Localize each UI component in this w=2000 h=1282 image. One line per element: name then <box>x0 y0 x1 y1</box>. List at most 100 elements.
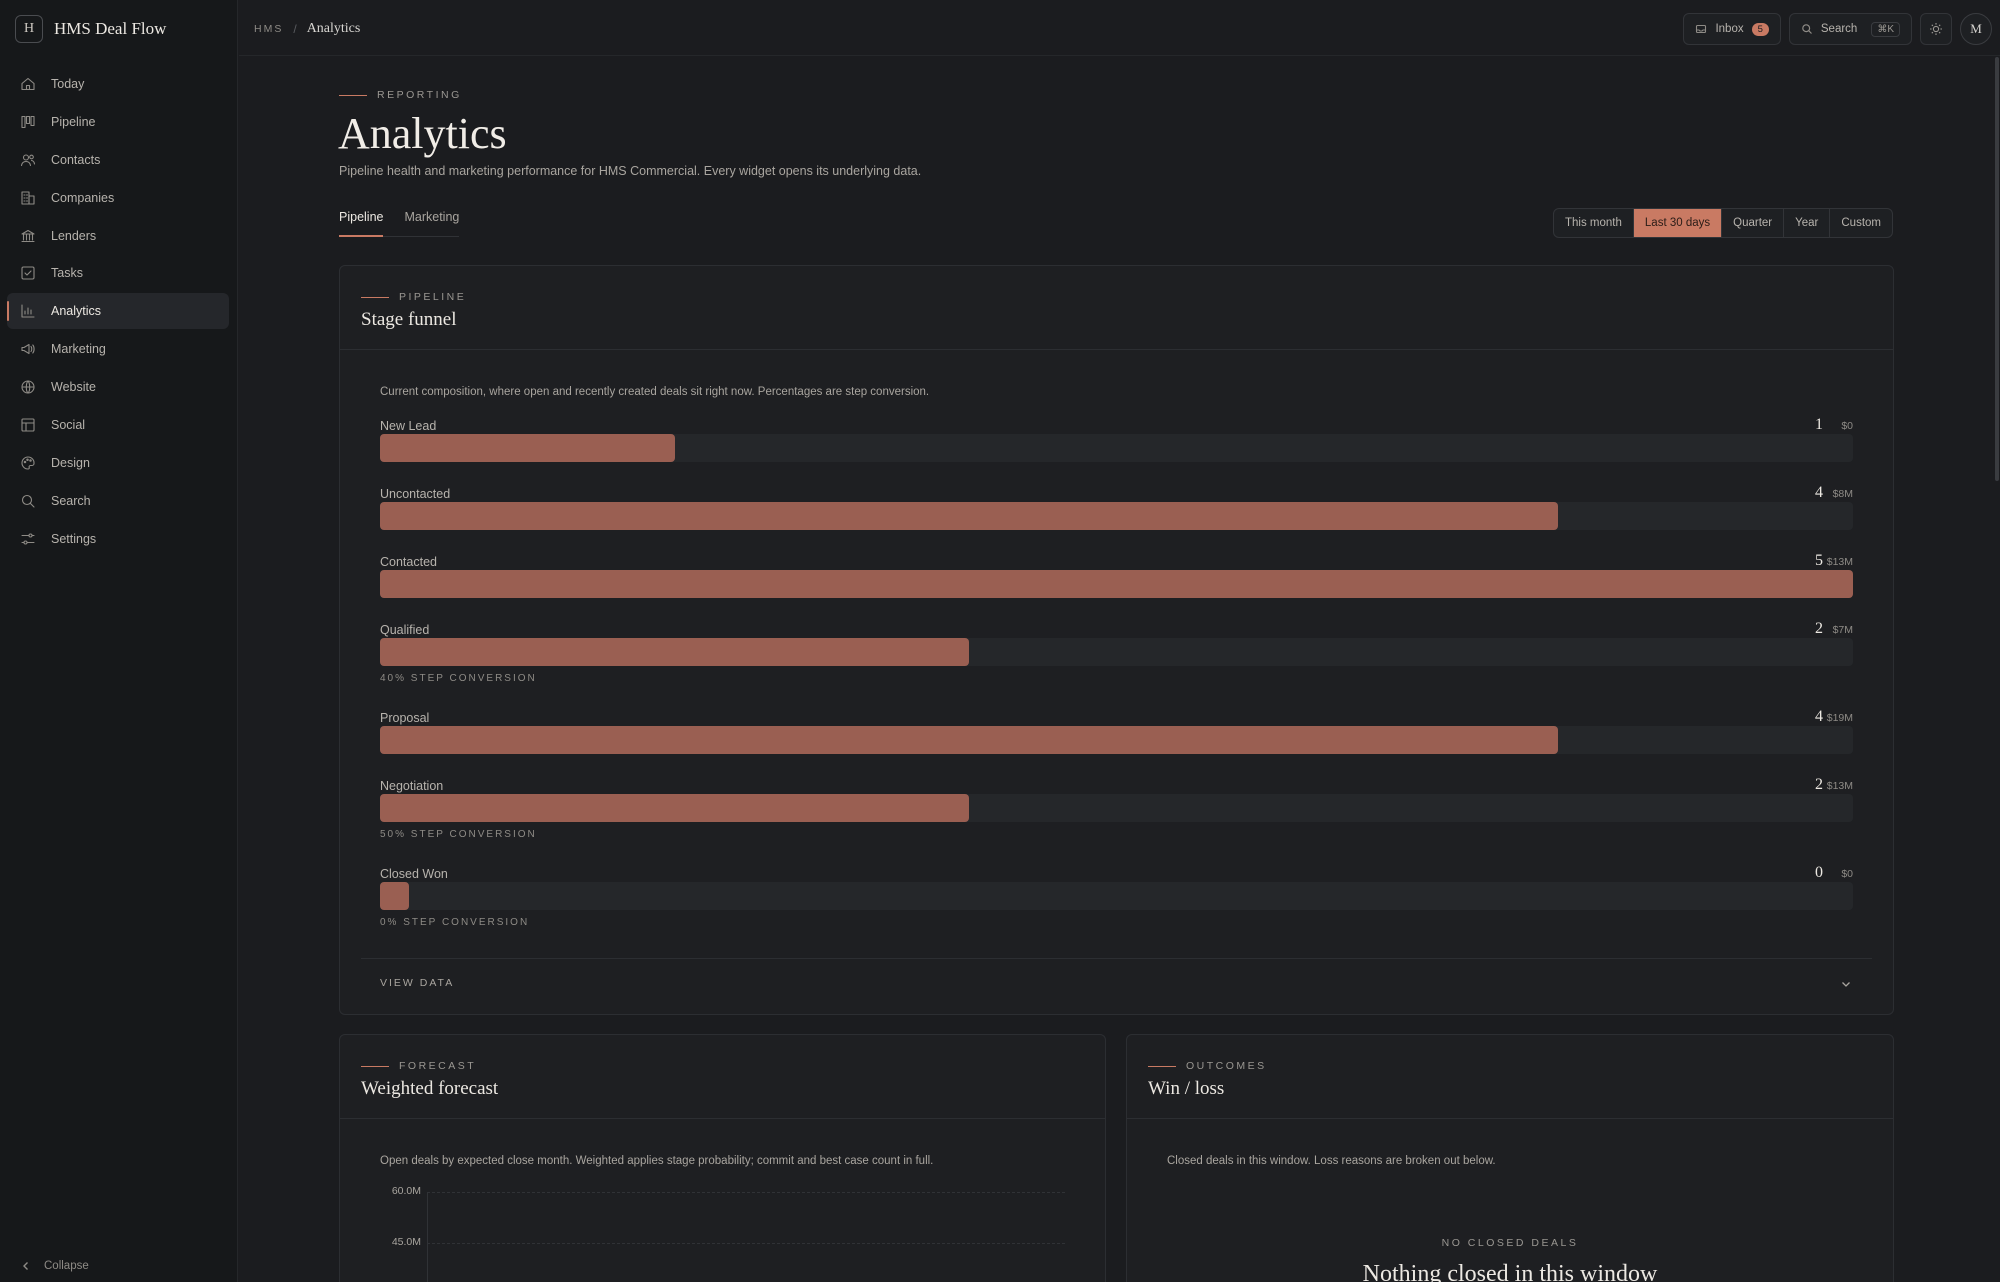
sidebar-item-lenders[interactable]: Lenders <box>7 218 229 254</box>
palette-icon <box>20 455 36 471</box>
tab-pipeline[interactable]: Pipeline <box>339 210 384 237</box>
weighted-forecast-card: FORECAST Weighted forecast Open deals by… <box>339 1034 1106 1282</box>
breadcrumb-root[interactable]: HMS <box>254 23 283 35</box>
y-axis-line <box>427 1192 428 1282</box>
sidebar-item-design[interactable]: Design <box>7 445 229 481</box>
range-last-30-days[interactable]: Last 30 days <box>1632 209 1722 237</box>
view-data-toggle[interactable]: VIEW DATA <box>361 958 1872 1014</box>
search-label: Search <box>1820 23 1858 35</box>
stage-value: $8M <box>1832 488 1853 500</box>
card-title: Win / loss <box>1148 1078 1225 1099</box>
globe-icon <box>20 379 36 395</box>
sun-icon <box>1930 23 1942 35</box>
sidebar-item-label: Analytics <box>51 304 102 319</box>
collapse-button[interactable]: Collapse <box>20 1260 89 1272</box>
step-conversion: 0% STEP CONVERSION <box>380 917 530 928</box>
stage-label: Contacted <box>380 555 437 569</box>
view-data-label: VIEW DATA <box>380 977 455 989</box>
sidebar-item-label: Today <box>51 77 85 91</box>
stage-bar-fill <box>380 794 969 822</box>
sidebar-item-marketing[interactable]: Marketing <box>7 331 229 367</box>
sidebar-item-social[interactable]: Social <box>7 407 229 443</box>
stage-label: New Lead <box>380 419 437 433</box>
stage-bar-track <box>380 726 1853 754</box>
breadcrumb: HMS / Analytics <box>254 21 360 37</box>
page-eyebrow: REPORTING <box>339 89 462 101</box>
card-eyebrow: FORECAST <box>361 1060 476 1072</box>
sidebar-item-pipeline[interactable]: Pipeline <box>7 104 229 140</box>
page-title: Analytics <box>338 109 507 158</box>
stage-count: 5 <box>1815 552 1823 569</box>
sidebar-item-contacts[interactable]: Contacts <box>7 142 229 178</box>
sidebar-item-today[interactable]: Today <box>7 66 229 102</box>
step-conversion: 50% STEP CONVERSION <box>380 829 537 840</box>
sidebar: H HMS Deal Flow Today Pipeline Contacts Com… <box>0 0 238 1282</box>
search-icon <box>1802 24 1812 34</box>
stage-value: $0 <box>1841 868 1853 880</box>
brand-logo: H <box>15 15 43 43</box>
search-icon <box>20 493 36 509</box>
stage-count: 2 <box>1815 776 1823 793</box>
stage-bar-fill <box>380 434 675 462</box>
card-header: FORECAST Weighted forecast <box>340 1035 1105 1119</box>
y-tick-label: 45.0M <box>391 1236 421 1248</box>
range-this-month[interactable]: This month <box>1554 209 1633 237</box>
building-icon <box>20 190 36 206</box>
sidebar-item-website[interactable]: Website <box>7 369 229 405</box>
stage-label: Qualified <box>380 623 430 637</box>
kanban-icon <box>20 114 36 130</box>
bank-icon <box>20 228 36 244</box>
sidebar-item-settings[interactable]: Settings <box>7 521 229 557</box>
sidebar-item-label: Pipeline <box>51 114 96 129</box>
stage-count: 4 <box>1815 708 1823 725</box>
sliders-icon <box>20 531 36 547</box>
gridline <box>427 1243 1065 1244</box>
card-header: OUTCOMES Win / loss <box>1127 1035 1893 1119</box>
breadcrumb-current: Analytics <box>306 21 361 36</box>
sidebar-item-tasks[interactable]: Tasks <box>7 255 229 291</box>
brand[interactable]: H HMS Deal Flow <box>15 15 166 43</box>
avatar[interactable]: M <box>1960 13 1992 45</box>
range-year[interactable]: Year <box>1783 209 1829 237</box>
stage-value: $19M <box>1826 712 1853 724</box>
sidebar-item-companies[interactable]: Companies <box>7 180 229 216</box>
stage-value: $13M <box>1826 556 1853 568</box>
stage-value: $13M <box>1826 780 1853 792</box>
step-conversion: 40% STEP CONVERSION <box>380 673 537 684</box>
card-description: Closed deals in this window. Loss reason… <box>1167 1155 1496 1167</box>
card-title: Stage funnel <box>361 309 457 330</box>
inbox-button[interactable]: Inbox 5 <box>1683 13 1781 45</box>
stage-value: $0 <box>1841 420 1853 432</box>
tab-bar: Pipeline Marketing <box>339 210 460 237</box>
stage-count: 4 <box>1815 484 1823 501</box>
range-custom[interactable]: Custom <box>1829 209 1892 237</box>
sidebar-item-analytics[interactable]: Analytics <box>7 293 229 330</box>
stage-bar-track <box>380 882 1853 910</box>
stage-count: 1 <box>1815 416 1823 433</box>
stage-bar-track <box>380 794 1853 822</box>
sidebar-item-label: Design <box>51 455 90 470</box>
top-actions: Inbox 5 Search ⌘K M <box>1675 13 1992 45</box>
sidebar-item-label: Settings <box>51 531 97 546</box>
stage-bar-fill <box>380 882 409 910</box>
stage-label: Negotiation <box>380 779 444 793</box>
scrollbar-thumb[interactable] <box>1995 57 1999 481</box>
sidebar-item-search[interactable]: Search <box>7 483 229 519</box>
tab-marketing[interactable]: Marketing <box>404 210 459 236</box>
theme-toggle-button[interactable] <box>1920 13 1952 45</box>
range-quarter[interactable]: Quarter <box>1721 209 1783 237</box>
sidebar-item-label: Website <box>51 380 96 395</box>
card-eyebrow: PIPELINE <box>361 291 466 303</box>
stage-bar-track <box>380 638 1853 666</box>
checkbox-icon <box>20 265 36 281</box>
stage-bar-track <box>380 570 1853 598</box>
search-button[interactable]: Search ⌘K <box>1788 13 1912 45</box>
sidebar-item-label: Contacts <box>51 152 101 167</box>
sidebar-item-label: Companies <box>51 190 115 205</box>
sidebar-item-label: Lenders <box>51 228 97 243</box>
sidebar-item-label: Marketing <box>51 342 106 357</box>
card-description: Current composition, where open and rece… <box>380 386 930 398</box>
stage-bar-fill <box>380 726 1558 754</box>
card-header: PIPELINE Stage funnel <box>340 266 1893 350</box>
chevron-left-icon <box>23 1262 28 1270</box>
